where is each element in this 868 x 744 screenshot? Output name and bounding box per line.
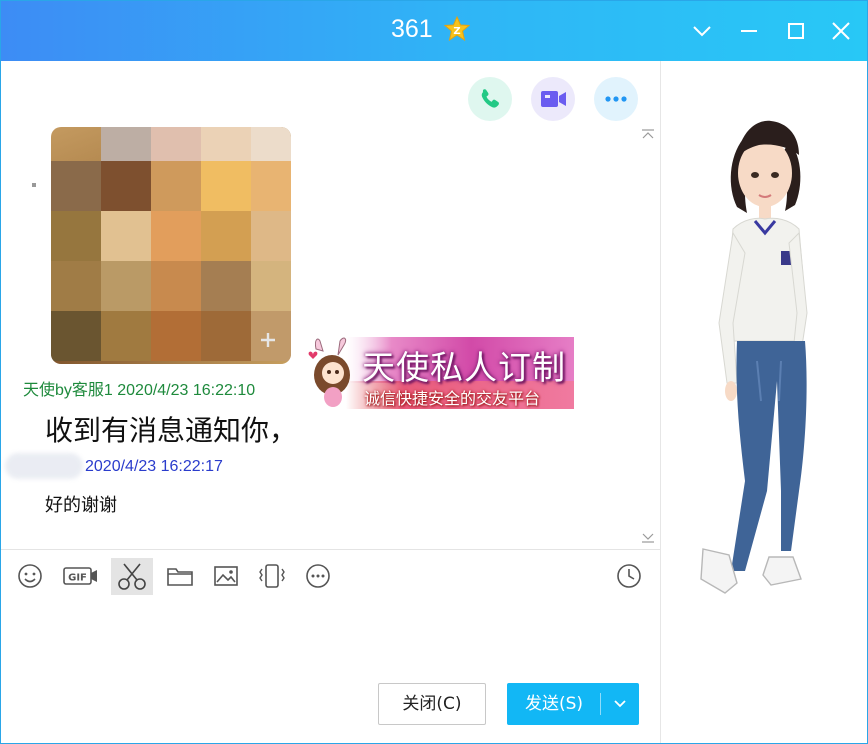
ellipsis-icon	[605, 96, 627, 102]
maximize-icon[interactable]	[784, 19, 808, 43]
chat-window: 361 Z 天使by客服1 2020/4/23 16:22:10 收到有消息通知…	[0, 0, 868, 744]
screenshot-button[interactable]	[111, 558, 153, 595]
send-divider	[600, 693, 601, 715]
message-meta: 2020/4/23 16:22:17	[85, 458, 223, 475]
video-call-button[interactable]	[531, 77, 575, 121]
message-text: 收到有消息通知你，	[45, 414, 298, 447]
phone-icon	[481, 89, 499, 108]
send-button-label: 发送(S)	[525, 694, 584, 714]
message-meta: 天使by客服1 2020/4/23 16:22:10	[23, 382, 256, 399]
banner-subtitle: 诚信快捷安全的交友平台	[364, 389, 541, 408]
bullet-dot	[32, 183, 36, 187]
minimize-icon[interactable]	[737, 19, 761, 43]
message-input[interactable]	[1, 597, 660, 677]
history-clock-icon[interactable]	[614, 561, 644, 591]
close-button[interactable]: 关闭(C)	[378, 683, 486, 725]
svg-text:Z: Z	[453, 26, 460, 37]
chevron-down-icon[interactable]	[611, 695, 629, 713]
more-options-button[interactable]	[594, 77, 638, 121]
message-text: 好的谢谢	[45, 495, 117, 516]
message-area[interactable]: 天使by客服1 2020/4/23 16:22:10 收到有消息通知你， 202…	[1, 61, 660, 549]
svg-text:GIF: GIF	[68, 573, 87, 584]
voice-call-button[interactable]	[468, 77, 512, 121]
scroll-up-icon[interactable]	[641, 129, 655, 139]
avatar-girl-illustration	[700, 120, 808, 594]
more-tools-icon[interactable]	[303, 561, 333, 591]
banner-title: 天使私人订制	[362, 348, 566, 387]
divider	[1, 549, 660, 550]
vip-star-icon: Z	[444, 16, 470, 42]
chevron-down-icon[interactable]	[690, 19, 714, 43]
folder-icon[interactable]	[165, 561, 195, 591]
avatar-show-panel	[660, 61, 867, 743]
image-icon[interactable]	[211, 561, 241, 591]
emoji-icon[interactable]	[15, 561, 45, 591]
gif-icon[interactable]: GIF	[61, 561, 99, 591]
sender-name-redacted	[5, 453, 83, 479]
zoom-plus-icon[interactable]	[255, 327, 281, 353]
window-title: 361	[391, 15, 433, 43]
image-message[interactable]	[51, 127, 291, 364]
promo-banner: 天使私人订制 诚信快捷安全的交友平台	[306, 335, 574, 411]
vibrate-icon[interactable]	[257, 561, 287, 591]
title-bar: 361 Z	[1, 1, 867, 61]
send-button[interactable]: 发送(S)	[507, 683, 639, 725]
video-camera-icon	[541, 91, 566, 107]
close-icon[interactable]	[829, 19, 853, 43]
scissors-icon	[118, 563, 146, 590]
scroll-down-icon[interactable]	[641, 533, 655, 543]
